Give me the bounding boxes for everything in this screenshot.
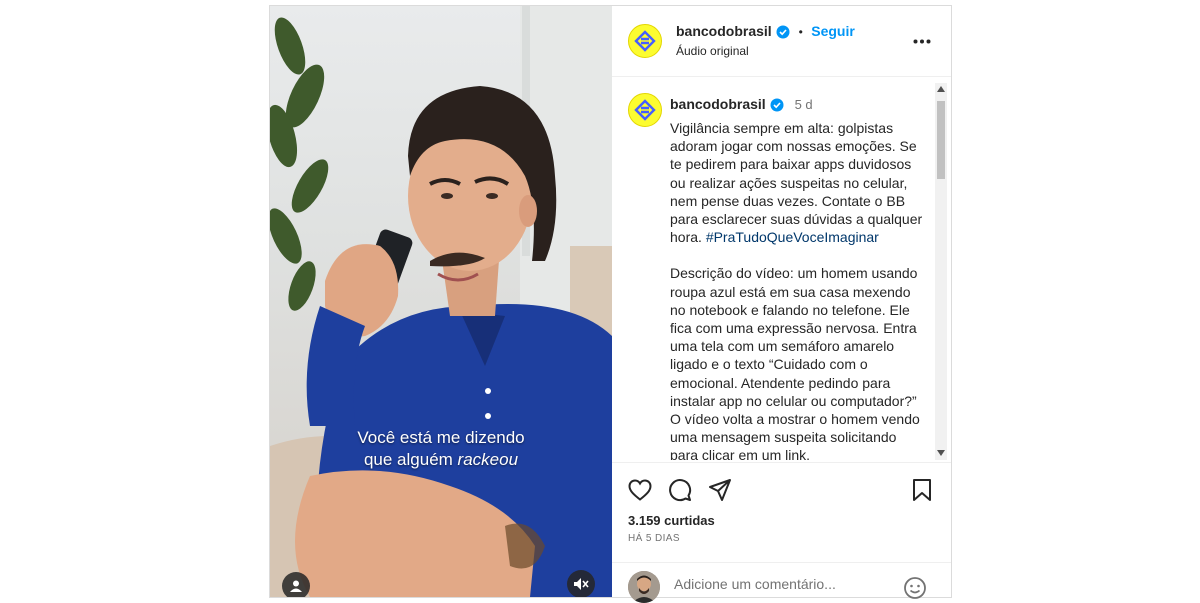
subtitle-italic: rackeou [457, 450, 519, 469]
post-header: bancodobrasil • Seguir Áudio original [612, 6, 951, 77]
subtitle-text: que alguém [363, 450, 458, 469]
mute-icon [574, 578, 589, 590]
user-photo [628, 571, 660, 603]
scroll-up-arrow-icon[interactable] [937, 86, 945, 92]
separator-dot: • [798, 25, 803, 39]
caption-main: Vigilância sempre em alta: golpistas ado… [670, 120, 923, 246]
caption-time[interactable]: 5 d [795, 97, 813, 112]
emoji-icon[interactable] [903, 576, 927, 600]
video-player[interactable]: Você está me dizendo que alguém rackeou [270, 6, 612, 597]
bb-logo-icon [634, 99, 656, 121]
instagram-post: Você está me dizendo que alguém rackeou [269, 5, 952, 603]
caption-paragraph: Vigilância sempre em alta: golpistas ado… [670, 119, 928, 246]
scroll-down-arrow-icon[interactable] [937, 450, 945, 456]
scrollbar-thumb[interactable] [937, 101, 945, 179]
caption-scroll-area[interactable]: bancodobrasil 5 d Vigilância sempre em a… [612, 83, 951, 460]
scrollbar[interactable] [935, 83, 947, 460]
video-subtitle-line-1: Você está me dizendo [357, 428, 525, 447]
hashtag-link[interactable]: #PraTudoQueVoceImaginar [706, 229, 879, 245]
video-subtitle-line-2: que alguém rackeou [270, 450, 612, 470]
caption-author-row: bancodobrasil 5 d [670, 96, 813, 114]
bookmark-icon[interactable] [912, 478, 932, 502]
post-details-panel: bancodobrasil • Seguir Áudio original ba… [612, 6, 951, 603]
caption-text: Vigilância sempre em alta: golpistas ado… [670, 119, 928, 460]
user-tag-icon [290, 580, 302, 592]
plant [270, 17, 329, 311]
bb-logo-icon [634, 30, 656, 52]
account-avatar[interactable] [628, 24, 662, 58]
header-title-row: bancodobrasil • Seguir [676, 23, 855, 41]
mute-button[interactable] [567, 570, 595, 597]
share-icon[interactable] [708, 478, 732, 502]
user-tag-button[interactable] [282, 572, 310, 597]
comment-input[interactable]: Adicione um comentário... [674, 576, 836, 592]
add-comment-row: Adicione um comentário... [612, 562, 951, 603]
caption-username[interactable]: bancodobrasil [670, 96, 766, 112]
caption-avatar[interactable] [628, 93, 662, 127]
post-actions: 3.159 curtidas HÁ 5 DIAS [612, 462, 951, 544]
post-date[interactable]: HÁ 5 DIAS [628, 533, 680, 544]
current-user-avatar[interactable] [628, 571, 660, 603]
heart-icon[interactable] [628, 479, 652, 501]
audio-label[interactable]: Áudio original [676, 44, 749, 58]
verified-badge-icon [770, 98, 784, 112]
comment-icon[interactable] [668, 478, 692, 502]
likes-count[interactable]: 3.159 curtidas [628, 513, 715, 528]
more-options-icon[interactable] [913, 39, 931, 44]
verified-badge-icon [776, 25, 790, 39]
account-username[interactable]: bancodobrasil [676, 23, 772, 39]
video-frame [270, 6, 612, 597]
follow-button[interactable]: Seguir [811, 23, 855, 39]
video-description: Descrição do vídeo: um homem usando roup… [670, 265, 920, 460]
